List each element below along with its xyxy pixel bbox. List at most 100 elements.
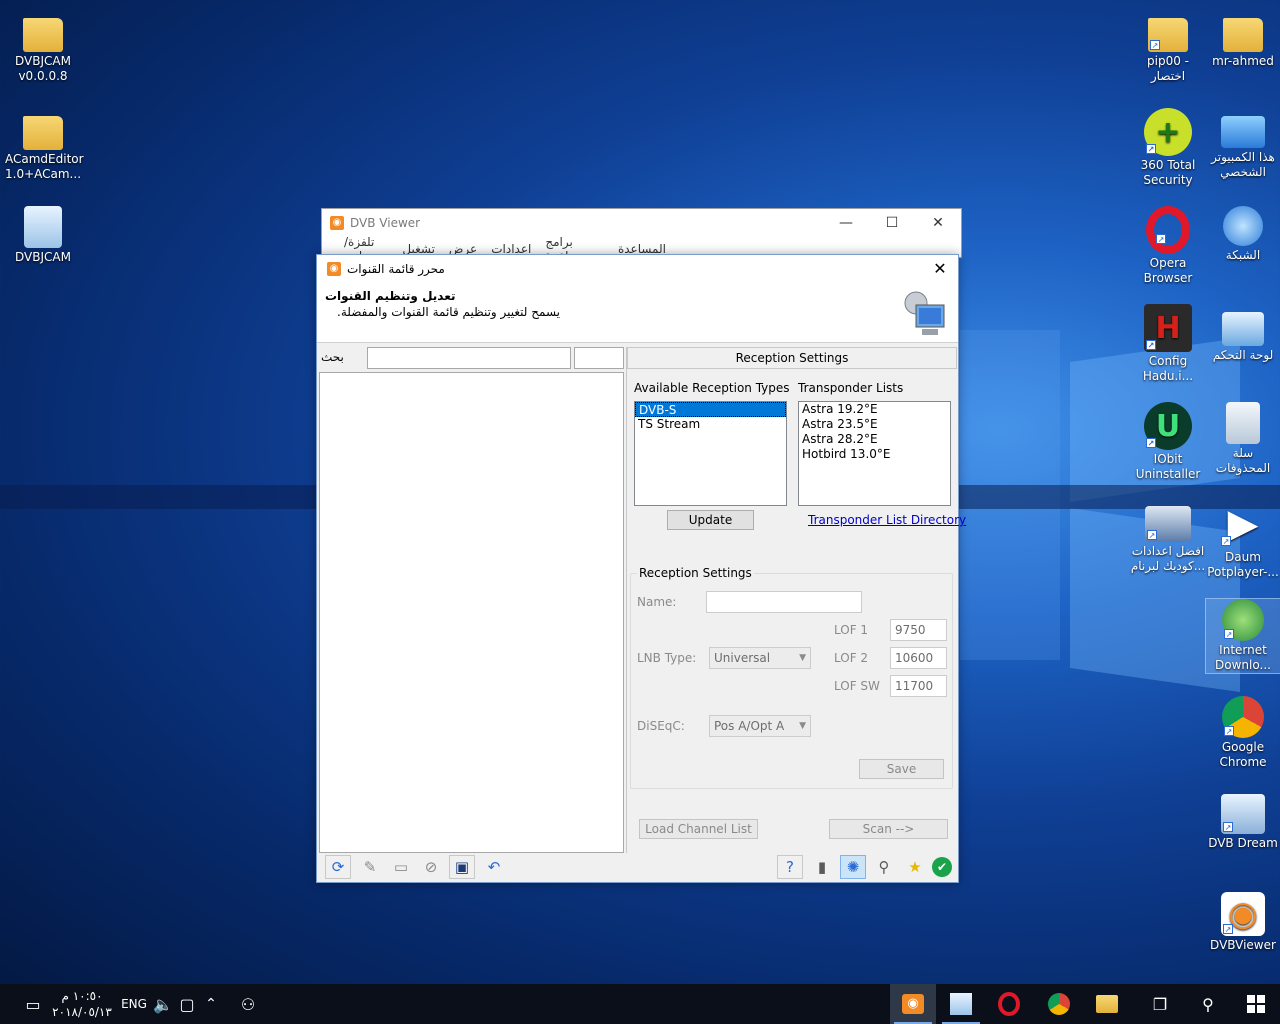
notepad-icon <box>950 993 972 1015</box>
minimize-button[interactable]: — <box>823 209 869 237</box>
desktop-icon-iobit[interactable]: U ↗ IObit Uninstaller <box>1130 402 1206 482</box>
undo-icon[interactable]: ↶ <box>481 855 507 879</box>
lnb-type-select[interactable]: Universal ▼ <box>709 647 811 669</box>
search-input-secondary[interactable] <box>574 347 624 369</box>
desktop-icon-opera[interactable]: ↗ Opera Browser <box>1130 206 1206 286</box>
refresh-icon[interactable]: ⟳ <box>325 855 351 879</box>
load-channel-list-button[interactable]: Load Channel List <box>639 819 758 839</box>
reception-settings-header[interactable]: Reception Settings <box>627 347 957 369</box>
dvbviewer-logo-icon: ◉ <box>330 216 344 230</box>
notepad-icon <box>24 206 62 248</box>
desktop-icon-label: v0.0.0.8 <box>18 69 68 83</box>
lof1-field[interactable]: 9750 <box>890 619 947 641</box>
channel-tree[interactable] <box>319 372 624 853</box>
desktop-icon-label: ACamdEditor <box>5 152 84 166</box>
opera-icon <box>998 992 1020 1016</box>
paint-icon[interactable]: ✎ <box>357 855 383 879</box>
desktop-icon-dvb-dream[interactable]: ↗ DVB Dream <box>1205 794 1280 851</box>
favorites-star-icon[interactable]: ★ <box>902 855 928 879</box>
taskbar-dvbviewer[interactable]: ◉ <box>890 984 936 1024</box>
people-icon[interactable]: ⚇ <box>236 984 260 1024</box>
desktop-icon-potplayer[interactable]: ▶ ↗ Daum Potplayer-... <box>1205 500 1280 580</box>
start-windows-icon[interactable] <box>1234 984 1278 1024</box>
task-view-icon[interactable]: ❐ <box>1140 984 1180 1024</box>
desktop-icon-label: المحذوفات <box>1215 461 1271 475</box>
desktop-icon-codec-settings[interactable]: ↗ افضل اعدادات كوديك لبرنام... <box>1130 500 1206 574</box>
document-icon[interactable]: ▮ <box>809 855 835 879</box>
desktop-icon-dvbjcam-notepad[interactable]: DVBJCAM <box>5 206 81 265</box>
control-panel-icon <box>1222 312 1264 346</box>
chevron-up-icon[interactable]: ⌃ <box>200 984 222 1024</box>
satellite-settings-icon[interactable]: ✺ <box>840 855 866 879</box>
desktop-icon-label: Downlo... <box>1215 658 1271 672</box>
desktop-icon-label: Hadu.i... <box>1142 369 1194 383</box>
desktop-icon-network[interactable]: الشبكة <box>1205 206 1280 263</box>
lofsw-field[interactable]: 11700 <box>890 675 947 697</box>
lof1-label: LOF 1 <box>834 623 869 637</box>
list-item[interactable]: TS Stream <box>635 417 786 432</box>
lofsw-label: LOF SW <box>834 679 880 693</box>
close-button[interactable]: ✕ <box>915 209 961 237</box>
desktop-icon-recycle-bin[interactable]: سلة المحذوفات <box>1205 402 1280 476</box>
dialog-titlebar[interactable]: ◉ محرر قائمة القنوات ✕ <box>317 255 958 283</box>
save-icon[interactable]: ▣ <box>449 855 475 879</box>
desktop-icon-pip00[interactable]: ↗ pip00 - اختصار <box>1130 10 1206 84</box>
desktop-icon-360-security[interactable]: + ↗ 360 Total Security <box>1130 108 1206 188</box>
clock-time: ١٠:٥٠ م <box>61 989 103 1003</box>
desktop-icon-label: كوديك لبرنام... <box>1130 559 1206 573</box>
desktop-icon-control-panel[interactable]: لوحة التحكم <box>1205 304 1280 363</box>
search-input[interactable] <box>367 347 571 369</box>
taskbar-notepad[interactable] <box>938 984 984 1024</box>
action-center-icon[interactable]: ▭ <box>18 984 48 1024</box>
list-item[interactable]: Astra 19.2°E <box>799 402 950 417</box>
chevron-down-icon: ▼ <box>799 653 806 663</box>
dvb-viewer-window[interactable]: ◉ DVB Viewer — ☐ ✕ تلفزة/راديو تشغيل عرض… <box>321 208 962 263</box>
scan-button[interactable]: Scan --> <box>829 819 948 839</box>
clock-date: ٢٠١٨/٠٥/١٣ <box>52 1005 112 1019</box>
list-item[interactable]: Astra 28.2°E <box>799 432 950 447</box>
taskbar-opera[interactable] <box>986 984 1032 1024</box>
transponder-list-directory-link[interactable]: Transponder List Directory <box>808 513 966 527</box>
update-button[interactable]: Update <box>667 510 754 530</box>
transponder-lists-list[interactable]: Astra 19.2°E Astra 23.5°E Astra 28.2°E H… <box>798 401 951 506</box>
play-icon: ▶ ↗ <box>1221 500 1259 547</box>
folder-icon[interactable]: ▭ <box>388 855 414 879</box>
desktop-icon-config-hadu[interactable]: H ↗ Config Hadu.i... <box>1130 304 1206 384</box>
available-types-list[interactable]: DVB-S TS Stream <box>634 401 787 506</box>
name-field[interactable] <box>706 591 862 613</box>
desktop-icon-idm[interactable]: ↗ Internet Downlo... <box>1205 598 1280 674</box>
taskbar-file-explorer[interactable] <box>1084 984 1130 1024</box>
list-item[interactable]: DVB-S <box>635 402 786 417</box>
search-icon[interactable]: ⚲ <box>871 855 897 879</box>
desktop-icon-dvbjcam-folder[interactable]: DVBJCAM v0.0.0.8 <box>5 10 81 84</box>
channel-editor-dialog[interactable]: ◉ محرر قائمة القنوات ✕ تعديل وتنظيم القن… <box>316 254 966 883</box>
iobit-icon: U ↗ <box>1144 402 1192 450</box>
desktop-icon-acamdeditor[interactable]: ACamdEditor 1.0+ACam... <box>5 108 84 182</box>
computer-settings-icon <box>904 291 945 335</box>
search-icon[interactable]: ⚲ <box>1188 984 1228 1024</box>
desktop-icon-this-pc[interactable]: هذا الكمبيوتر الشخصي <box>1205 108 1280 180</box>
clock[interactable]: ١٠:٥٠ م ٢٠١٨/٠٥/١٣ <box>52 988 112 1020</box>
save-button[interactable]: Save <box>859 759 944 779</box>
delete-icon[interactable]: ⊘ <box>418 855 444 879</box>
lof2-field[interactable]: 10600 <box>890 647 947 669</box>
list-item[interactable]: Astra 23.5°E <box>799 417 950 432</box>
desktop-icon-label: Potplayer-... <box>1207 565 1279 579</box>
help-icon[interactable]: ? <box>777 855 803 879</box>
list-item[interactable]: Hotbird 13.0°E <box>799 447 950 462</box>
ok-check-icon[interactable]: ✔ <box>932 857 952 877</box>
taskbar-chrome[interactable] <box>1036 984 1082 1024</box>
dvbviewer-icon: ◉ ↗ <box>1221 892 1265 936</box>
reception-settings-group: Reception Settings Name: LOF 1 9750 LNB … <box>630 566 953 789</box>
volume-icon[interactable]: 🔈 <box>152 984 174 1024</box>
maximize-button[interactable]: ☐ <box>869 209 915 237</box>
dvbviewer-icon: ◉ <box>902 994 924 1014</box>
diseqc-select[interactable]: Pos A/Opt A ▼ <box>709 715 811 737</box>
desktop-icon-chrome[interactable]: ↗ Google Chrome <box>1205 696 1280 770</box>
desktop-icon-mr-ahmed[interactable]: mr-ahmed <box>1205 10 1280 69</box>
dialog-title: محرر قائمة القنوات <box>347 262 445 276</box>
desktop-icon-dvbviewer[interactable]: ◉ ↗ DVBViewer <box>1205 892 1280 953</box>
dialog-close-button[interactable]: ✕ <box>930 259 950 278</box>
language-indicator[interactable]: ENG <box>118 984 150 1024</box>
network-tray-icon[interactable]: ▢ <box>176 984 198 1024</box>
